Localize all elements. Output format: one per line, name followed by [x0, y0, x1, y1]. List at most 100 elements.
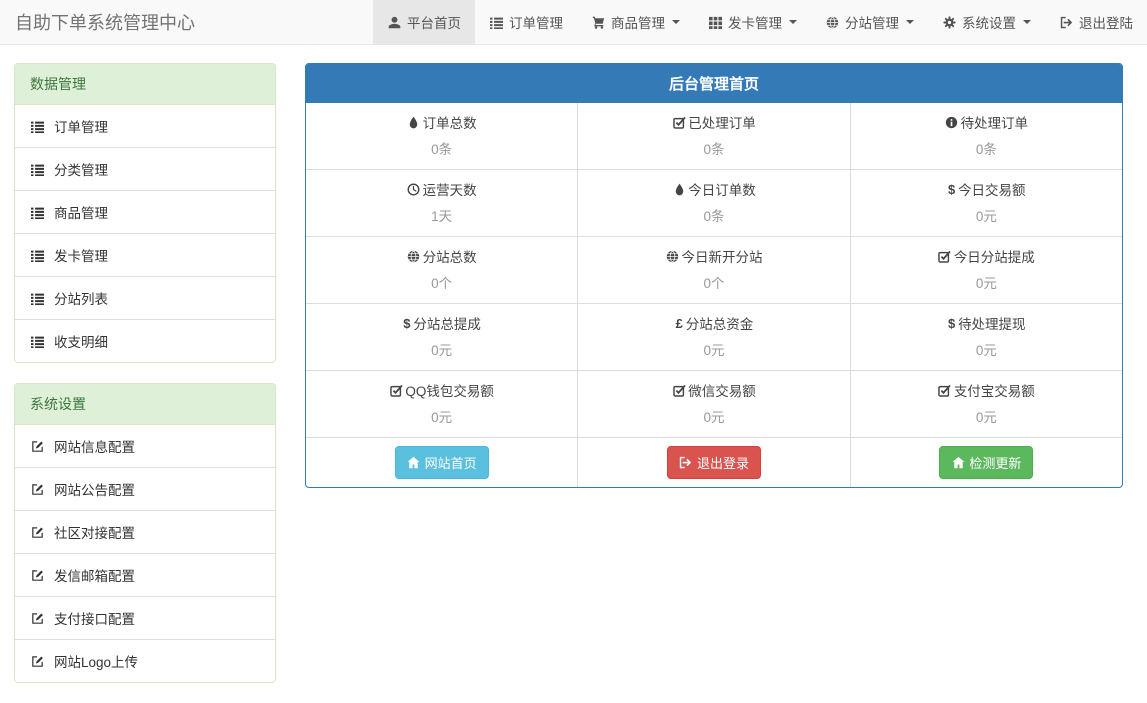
stat-value: 0元	[859, 406, 1114, 426]
stat-label: $分站总提成	[314, 313, 569, 333]
check-square-icon	[938, 383, 952, 397]
caret-down-icon	[789, 20, 797, 24]
stat-row: $分站总提成0元£分站总资金0元$待处理提现0元	[306, 303, 1122, 370]
stat-label: 今日分站提成	[859, 246, 1114, 266]
nav-item[interactable]: 分站管理	[811, 0, 928, 44]
stat-value: 0条	[586, 205, 841, 225]
stat-value: 0个	[314, 272, 569, 292]
stat-label-text: 今日分站提成	[954, 246, 1035, 266]
edit-icon	[30, 482, 44, 496]
usd-icon: $	[947, 316, 956, 330]
sidebar-panel: 系统设置网站信息配置网站公告配置社区对接配置发信邮箱配置支付接口配置网站Logo…	[14, 383, 276, 683]
sidebar-item[interactable]: 网站公告配置	[15, 468, 275, 511]
stat-label-text: 今日交易额	[958, 179, 1026, 199]
sidebar-item[interactable]: 收支明细	[15, 320, 275, 362]
sidebar-section-title: 数据管理	[15, 64, 275, 105]
stat-value: 0元	[586, 406, 841, 426]
stat-label-text: 订单总数	[423, 112, 477, 132]
sidebar-item-label: 订单管理	[54, 116, 108, 136]
stat-label: 今日新开分站	[586, 246, 841, 266]
stat-label-text: 待处理提现	[958, 313, 1026, 333]
nav-item[interactable]: 退出登陆	[1045, 0, 1147, 44]
clock-icon	[407, 182, 421, 196]
nav-item[interactable]: 订单管理	[475, 0, 577, 44]
nav-item[interactable]: 商品管理	[577, 0, 694, 44]
sidebar-section-title: 系统设置	[15, 384, 275, 425]
action-button[interactable]: 网站首页	[395, 446, 489, 479]
home-icon	[951, 456, 965, 470]
sidebar-item[interactable]: 分类管理	[15, 148, 275, 191]
stat-value: 1天	[314, 205, 569, 225]
sidebar-item[interactable]: 网站Logo上传	[15, 640, 275, 682]
sidebar-item[interactable]: 社区对接配置	[15, 511, 275, 554]
action-button[interactable]: 检测更新	[939, 446, 1033, 479]
stat-label: QQ钱包交易额	[314, 380, 569, 400]
stat-value: 0条	[586, 138, 841, 158]
sidebar-item[interactable]: 订单管理	[15, 105, 275, 148]
caret-down-icon	[906, 20, 914, 24]
stat-label-text: 今日新开分站	[681, 246, 762, 266]
action-button-label: 网站首页	[425, 453, 477, 472]
stat-cell: 微信交易额 0元	[577, 371, 849, 437]
sidebar-item-label: 发卡管理	[54, 245, 108, 265]
globe-icon	[825, 15, 839, 29]
list-icon	[30, 291, 44, 305]
nav-item[interactable]: 系统设置	[928, 0, 1045, 44]
nav-item[interactable]: 发卡管理	[694, 0, 811, 44]
action-button-row: 网站首页 退出登录 检测更新	[306, 437, 1122, 487]
stat-label: 微信交易额	[586, 380, 841, 400]
sidebar-item-label: 收支明细	[54, 331, 108, 351]
sidebar-item[interactable]: 网站信息配置	[15, 425, 275, 468]
sidebar-item[interactable]: 分站列表	[15, 277, 275, 320]
check-square-icon	[672, 383, 686, 397]
sidebar-item-label: 商品管理	[54, 202, 108, 222]
action-button-label: 检测更新	[969, 453, 1021, 472]
gear-icon	[942, 15, 956, 29]
sidebar-item-label: 分类管理	[54, 159, 108, 179]
stat-label-text: 分站总数	[423, 246, 477, 266]
stat-cell: 运营天数1天	[306, 170, 577, 236]
sidebar-item[interactable]: 支付接口配置	[15, 597, 275, 640]
panel-title: 后台管理首页	[306, 64, 1122, 103]
stat-label-text: 今日订单数	[688, 179, 756, 199]
stat-value: 0个	[586, 272, 841, 292]
sidebar-item[interactable]: 商品管理	[15, 191, 275, 234]
stat-label: 待处理订单	[859, 112, 1114, 132]
sidebar-item[interactable]: 发信邮箱配置	[15, 554, 275, 597]
caret-down-icon	[672, 20, 680, 24]
nav-item-label: 系统设置	[962, 12, 1016, 32]
stat-label-text: 已处理订单	[688, 112, 756, 132]
stat-cell: 今日新开分站 0个	[577, 237, 849, 303]
stat-row: 运营天数1天今日订单数0条$今日交易额0元	[306, 169, 1122, 236]
check-square-icon	[938, 249, 952, 263]
sidebar: 数据管理订单管理分类管理商品管理发卡管理分站列表收支明细系统设置网站信息配置网站…	[14, 63, 276, 703]
action-button[interactable]: 退出登录	[667, 446, 761, 479]
list-icon	[489, 15, 503, 29]
stat-row: 分站总数0个今日新开分站0个今日分站提成0元	[306, 236, 1122, 303]
globe-icon	[407, 249, 421, 263]
stat-label-text: 支付宝交易额	[954, 380, 1035, 400]
list-icon	[30, 248, 44, 262]
sidebar-item-label: 网站信息配置	[54, 436, 135, 456]
stat-cell: 已处理订单 0条	[577, 103, 849, 169]
stat-cell: 分站总数 0个	[306, 237, 577, 303]
list-icon	[30, 334, 44, 348]
stat-cell: £分站总资金0元	[577, 304, 849, 370]
app-title[interactable]: 自助下单系统管理中心	[0, 0, 210, 44]
grid-icon	[708, 15, 722, 29]
stat-value: 0元	[859, 205, 1114, 225]
tint-icon	[407, 115, 421, 129]
sidebar-item-label: 网站Logo上传	[54, 651, 138, 671]
sidebar-item-label: 支付接口配置	[54, 608, 135, 628]
list-icon	[30, 162, 44, 176]
list-icon	[30, 205, 44, 219]
stat-label: 订单总数	[314, 112, 569, 132]
list-icon	[30, 119, 44, 133]
stat-cell: 今日分站提成0元	[850, 237, 1122, 303]
stat-label-text: 待处理订单	[961, 112, 1029, 132]
sidebar-item[interactable]: 发卡管理	[15, 234, 275, 277]
stat-label: 分站总数	[314, 246, 569, 266]
nav-item[interactable]: 平台首页	[373, 0, 475, 44]
stat-label-text: 微信交易额	[688, 380, 756, 400]
check-square-icon	[389, 383, 403, 397]
